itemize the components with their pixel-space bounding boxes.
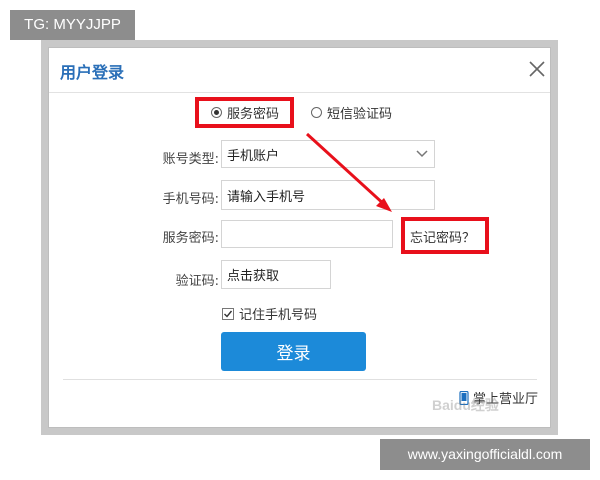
- dialog-title: 用户登录: [60, 63, 125, 82]
- close-button[interactable]: [526, 58, 548, 80]
- checkbox-checked-icon: [222, 307, 234, 320]
- phone-placeholder: 请输入手机号: [227, 189, 306, 205]
- login-button[interactable]: 登录: [221, 332, 366, 371]
- tab-sms-code-label: 短信验证码: [327, 107, 393, 122]
- login-dialog: 用户登录 服务密码 短信验证码 账号类型: 手机账户 手机号码: 请输入手机号 …: [48, 47, 551, 428]
- highlight-forgot-box: [401, 217, 489, 254]
- account-type-value: 手机账户: [227, 148, 280, 164]
- title-divider: [49, 92, 550, 93]
- site-url-label: www.yaxingofficialdl.com: [380, 439, 590, 470]
- bottom-divider: [63, 379, 537, 380]
- phone-label: 手机号码:: [162, 192, 219, 207]
- remember-phone-label: 记住手机号码: [239, 308, 318, 323]
- password-label: 服务密码:: [162, 231, 219, 246]
- account-type-label: 账号类型:: [162, 152, 219, 167]
- tg-label: TG: MYYJJPP: [10, 10, 135, 40]
- close-icon: [529, 61, 545, 77]
- password-input[interactable]: [221, 220, 393, 248]
- chevron-down-icon: [416, 150, 428, 158]
- radio-unselected-icon: [311, 107, 322, 118]
- captcha-label: 验证码:: [175, 274, 219, 289]
- highlight-tab-box: [195, 97, 294, 128]
- captcha-value: 点击获取: [227, 269, 280, 284]
- remember-phone-checkbox[interactable]: 记住手机号码: [222, 304, 317, 323]
- baidu-watermark: Baidu经验: [432, 397, 499, 413]
- phone-input[interactable]: 请输入手机号: [221, 180, 435, 210]
- tab-sms-code[interactable]: 短信验证码: [311, 103, 392, 122]
- captcha-input[interactable]: 点击获取: [221, 260, 331, 289]
- account-type-select[interactable]: 手机账户: [221, 140, 435, 168]
